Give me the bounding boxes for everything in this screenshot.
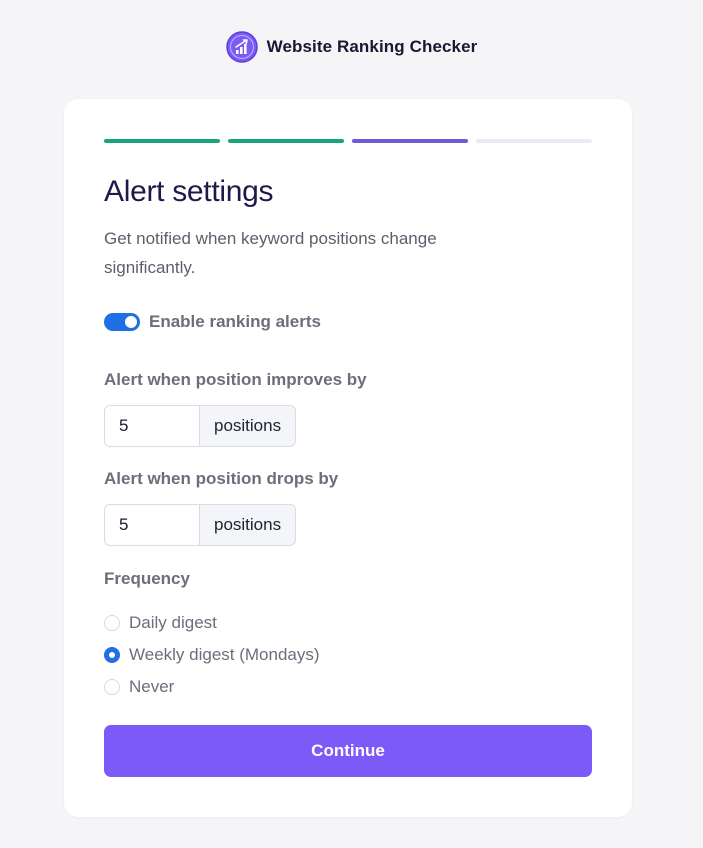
toggle-switch[interactable]	[104, 313, 140, 331]
brand-header: Website Ranking Checker	[0, 30, 703, 64]
drops-by-unit: positions	[199, 504, 297, 546]
progress-step	[104, 139, 220, 143]
improves-by-input[interactable]	[104, 405, 199, 447]
enable-alerts-toggle[interactable]: Enable ranking alerts	[104, 312, 321, 332]
radio-label: Daily digest	[129, 613, 217, 632]
improves-by-label: Alert when position improves by	[104, 370, 367, 389]
progress-step	[352, 139, 468, 143]
continue-button[interactable]: Continue	[104, 725, 592, 777]
page-title: Alert settings	[104, 175, 274, 208]
improves-by-unit: positions	[199, 405, 297, 447]
progress-step	[228, 139, 344, 143]
improves-by-group: positions	[104, 405, 297, 447]
bar-chart-trend-icon	[225, 31, 258, 63]
progress-stepper	[104, 139, 592, 143]
alert-settings-card: Alert settings Get notified when keyword…	[64, 99, 632, 817]
brand-name: Website Ranking Checker	[266, 37, 478, 56]
radio-label: Never	[129, 677, 175, 696]
drops-by-group: positions	[104, 504, 297, 546]
drops-by-label: Alert when position drops by	[104, 469, 339, 488]
radio-label: Weekly digest (Mondays)	[129, 645, 320, 664]
progress-step	[476, 139, 592, 143]
frequency-label: Frequency	[104, 569, 190, 588]
radio-button[interactable]	[104, 615, 120, 631]
toggle-knob	[125, 316, 137, 328]
radio-button[interactable]	[104, 647, 120, 663]
enable-alerts-label: Enable ranking alerts	[149, 312, 321, 331]
frequency-radio-group: Daily digest Weekly digest (Mondays) Nev…	[104, 607, 320, 703]
page-subtitle: Get notified when keyword positions chan…	[104, 229, 437, 277]
frequency-option-weekly[interactable]: Weekly digest (Mondays)	[104, 639, 320, 671]
frequency-option-daily[interactable]: Daily digest	[104, 607, 320, 639]
frequency-option-never[interactable]: Never	[104, 671, 320, 703]
radio-button[interactable]	[104, 679, 120, 695]
drops-by-input[interactable]	[104, 504, 199, 546]
